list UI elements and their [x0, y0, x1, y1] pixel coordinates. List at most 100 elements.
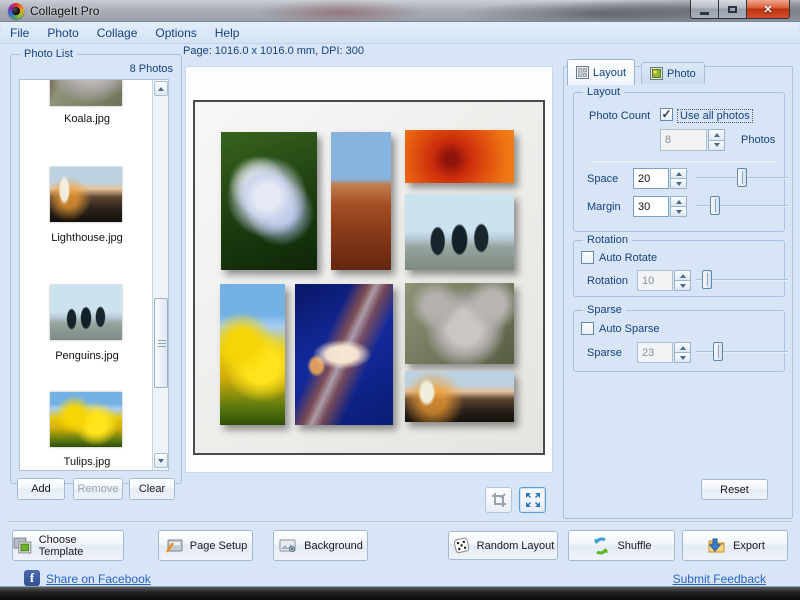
background-button[interactable]: Background — [273, 530, 368, 561]
export-button[interactable]: Export — [682, 530, 788, 561]
margin-slider[interactable] — [696, 196, 788, 216]
scrollbar-thumb[interactable] — [154, 298, 168, 388]
rotation-slider[interactable] — [696, 270, 788, 290]
title-bar[interactable]: CollageIt Pro ✕ — [0, 0, 800, 22]
template-icon — [13, 537, 33, 555]
space-label: Space — [587, 173, 618, 185]
collage-canvas[interactable] — [193, 100, 545, 455]
collage-photo-desert[interactable] — [331, 132, 391, 270]
list-item-koala-thumbnail[interactable] — [50, 79, 122, 106]
minimize-button[interactable] — [690, 0, 719, 19]
page-setup-button[interactable]: Page Setup — [158, 530, 253, 561]
photo-list-group: Photo List 8 Photos Koala.jpg Lighthouse… — [10, 54, 182, 484]
stepper-down-button[interactable] — [670, 179, 687, 189]
page-setup-label: Page Setup — [190, 540, 248, 552]
photo-count-stepper[interactable] — [708, 129, 725, 151]
auto-rotate-checkbox[interactable] — [581, 251, 594, 264]
collage-photo-jellyfish[interactable] — [295, 284, 393, 425]
sparse-stepper[interactable] — [674, 342, 691, 363]
use-all-photos-label[interactable]: Use all photos — [678, 110, 752, 122]
submit-feedback-link[interactable]: Submit Feedback — [673, 572, 766, 586]
shuffle-icon — [591, 536, 611, 556]
choose-template-button[interactable]: Choose Template — [12, 530, 124, 561]
photo-list[interactable]: Koala.jpg Lighthouse.jpg Penguins.jpg Tu… — [19, 79, 169, 471]
space-input[interactable] — [633, 168, 669, 189]
list-item-label[interactable]: Tulips.jpg — [20, 456, 154, 468]
maximize-button[interactable] — [719, 0, 746, 19]
add-button[interactable]: Add — [17, 478, 65, 500]
stepper-up-button[interactable] — [674, 342, 691, 353]
scrollbar-grip-icon — [158, 340, 166, 341]
photo-count-label: Photo Count — [589, 110, 650, 122]
auto-sparse-label[interactable]: Auto Sparse — [599, 323, 660, 335]
sparse-slider-thumb[interactable] — [713, 342, 723, 361]
photo-count-text: 8 Photos — [130, 63, 173, 75]
arrow-down-icon — [714, 143, 720, 147]
shuffle-label: Shuffle — [617, 540, 651, 552]
margin-slider-thumb[interactable] — [710, 196, 720, 215]
list-item-label[interactable]: Lighthouse.jpg — [20, 232, 154, 244]
stepper-down-button[interactable] — [670, 207, 687, 217]
random-layout-button[interactable]: Random Layout — [448, 531, 558, 560]
collage-photo-tulips[interactable] — [220, 284, 285, 425]
stepper-down-button[interactable] — [674, 281, 691, 291]
share-on-facebook-link[interactable]: Share on Facebook — [46, 572, 151, 586]
list-item-label[interactable]: Koala.jpg — [20, 113, 154, 125]
tab-layout[interactable]: Layout — [567, 59, 635, 85]
rotation-stepper[interactable] — [674, 270, 691, 291]
check-icon: ✓ — [661, 107, 671, 121]
collage-photo-koala[interactable] — [405, 283, 514, 364]
stepper-up-button[interactable] — [670, 196, 687, 207]
photo-tab-icon — [650, 67, 663, 80]
rotation-label: Rotation — [587, 275, 628, 287]
space-stepper[interactable] — [670, 168, 687, 189]
stepper-up-button[interactable] — [708, 129, 725, 141]
auto-sparse-checkbox[interactable] — [581, 322, 594, 335]
menu-collage[interactable]: Collage — [88, 23, 147, 43]
scroll-down-button[interactable] — [154, 453, 168, 468]
sparse-slider[interactable] — [696, 342, 788, 362]
list-item-lighthouse-thumbnail[interactable] — [50, 167, 122, 222]
close-button[interactable]: ✕ — [746, 0, 790, 19]
tab-photo[interactable]: Photo — [641, 62, 705, 84]
stepper-down-button[interactable] — [674, 353, 691, 363]
fit-to-window-button[interactable] — [519, 487, 546, 513]
background-icon — [278, 537, 298, 555]
arrow-down-icon — [676, 210, 682, 214]
space-slider[interactable] — [696, 168, 788, 188]
reset-button[interactable]: Reset — [701, 479, 768, 500]
rotation-slider-thumb[interactable] — [702, 270, 712, 289]
menu-file[interactable]: File — [1, 23, 38, 43]
shuffle-button[interactable]: Shuffle — [568, 530, 675, 561]
collage-photo-penguins[interactable] — [405, 194, 514, 270]
collage-photo-hydrangea[interactable] — [221, 132, 317, 270]
expand-arrows-icon — [525, 492, 541, 508]
list-item-tulips-thumbnail[interactable] — [50, 392, 122, 447]
stepper-down-button[interactable] — [708, 141, 725, 152]
clear-button[interactable]: Clear — [129, 478, 175, 500]
minimize-icon — [700, 12, 709, 15]
list-item-label[interactable]: Penguins.jpg — [20, 350, 154, 362]
arrow-down-icon — [680, 356, 686, 360]
dice-icon — [452, 536, 471, 555]
collage-photo-lighthouse[interactable] — [405, 371, 514, 422]
space-slider-thumb[interactable] — [737, 168, 747, 187]
list-item-penguins-thumbnail[interactable] — [50, 285, 122, 340]
menu-options[interactable]: Options — [146, 23, 205, 43]
sparse-label: Sparse — [587, 347, 622, 359]
auto-rotate-label[interactable]: Auto Rotate — [599, 252, 657, 264]
margin-input[interactable] — [633, 196, 669, 217]
stepper-up-button[interactable] — [670, 168, 687, 179]
collageit-window: CollageIt Pro ✕ File Photo Collage Optio… — [0, 0, 800, 600]
arrow-down-icon — [676, 182, 682, 186]
margin-stepper[interactable] — [670, 196, 687, 217]
menu-photo[interactable]: Photo — [38, 23, 87, 43]
menu-help[interactable]: Help — [206, 23, 249, 43]
photo-list-scrollbar[interactable] — [152, 80, 168, 470]
use-all-photos-checkbox[interactable]: ✓ — [660, 108, 673, 121]
stepper-up-button[interactable] — [674, 270, 691, 281]
tab-photo-label: Photo — [667, 68, 696, 80]
arrow-down-icon — [158, 459, 164, 463]
collage-photo-chrysanthemum[interactable] — [405, 130, 514, 183]
scroll-up-button[interactable] — [154, 81, 168, 96]
